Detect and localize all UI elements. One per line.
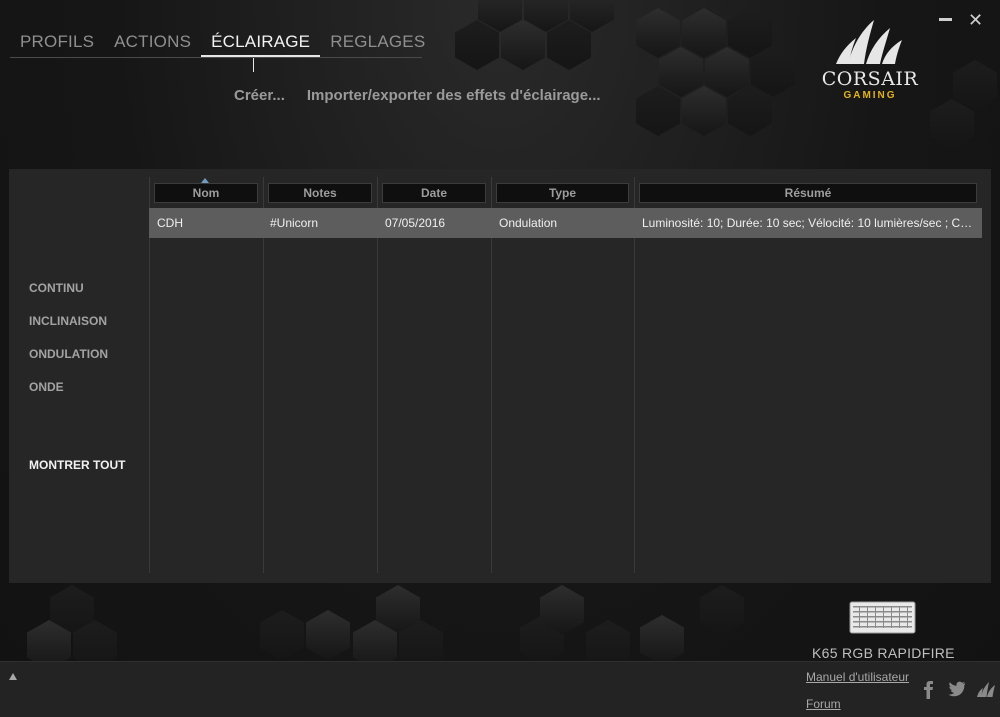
chevron-up-icon[interactable] (9, 673, 17, 680)
column-header-date[interactable]: Date (382, 183, 486, 203)
cell-date: 07/05/2016 (385, 216, 446, 230)
tab-profils[interactable]: PROFILS (10, 28, 104, 57)
forum-link[interactable]: Forum (806, 697, 841, 711)
category-inclinaison[interactable]: INCLINAISON (29, 314, 108, 347)
main-tabs: PROFILS ACTIONS ÉCLAIRAGE REGLAGES (10, 28, 425, 58)
category-onde[interactable]: ONDE (29, 380, 108, 413)
corsair-sail-icon[interactable] (977, 681, 997, 697)
create-effect-link[interactable]: Créer... (234, 87, 285, 104)
keyboard-icon[interactable] (849, 601, 916, 634)
category-continu[interactable]: CONTINU (29, 281, 108, 314)
tab-reglages[interactable]: REGLAGES (320, 28, 435, 57)
cell-notes: #Unicorn (270, 216, 319, 230)
column-header-type[interactable]: Type (496, 183, 629, 203)
app-window: PROFILS ACTIONS ÉCLAIRAGE REGLAGES Créer… (0, 0, 1000, 717)
column-header-notes[interactable]: Notes (268, 183, 372, 203)
cell-name: CDH (157, 216, 183, 230)
twitter-icon[interactable] (948, 681, 966, 697)
column-header-nom[interactable]: Nom (154, 183, 258, 203)
user-manual-link[interactable]: Manuel d'utilisateur (806, 670, 909, 684)
footer-bar: Manuel d'utilisateur Forum (0, 661, 1000, 717)
logo-sub: GAMING (843, 90, 897, 101)
cell-type: Ondulation (499, 216, 558, 230)
tab-eclairage[interactable]: ÉCLAIRAGE (201, 28, 321, 57)
corsair-sail-icon (836, 20, 902, 64)
table-row[interactable]: CDH #Unicorn 07/05/2016 Ondulation Lumin… (149, 208, 982, 238)
tab-actions[interactable]: ACTIONS (104, 28, 201, 57)
lighting-actions: Créer... Importer/exporter des effets d'… (234, 87, 601, 104)
effects-panel: CONTINU INCLINAISON ONDULATION ONDE MONT… (9, 169, 991, 583)
device-name: K65 RGB RAPIDFIRE (812, 645, 955, 661)
close-icon[interactable]: ✕ (968, 10, 983, 31)
effect-categories: CONTINU INCLINAISON ONDULATION ONDE MONT… (29, 281, 125, 472)
import-export-link[interactable]: Importer/exporter des effets d'éclairage… (307, 87, 601, 104)
cell-summary: Luminosité: 10; Durée: 10 sec; Vélocité:… (642, 216, 976, 230)
active-tab-indicator (253, 58, 254, 72)
facebook-icon[interactable] (922, 681, 934, 699)
show-all-button[interactable]: MONTRER TOUT (29, 458, 125, 491)
category-ondulation[interactable]: ONDULATION (29, 347, 108, 380)
effects-table: Nom Notes Date Type Résumé CDH #Unicorn … (149, 169, 991, 583)
corsair-logo: CORSAIR GAMING (810, 18, 930, 108)
column-header-resume[interactable]: Résumé (639, 183, 977, 203)
minimize-icon[interactable] (939, 8, 952, 21)
logo-brand: CORSAIR (821, 68, 919, 90)
